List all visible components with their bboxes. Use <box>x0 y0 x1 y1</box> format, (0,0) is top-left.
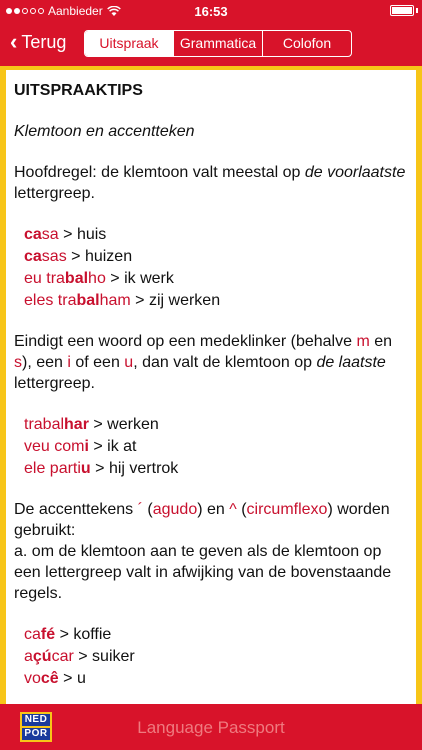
bottom-bar: NED POR Language Passport <box>0 704 422 750</box>
rule-main-text: Hoofdregel: de klemtoon valt meestal op <box>14 164 305 181</box>
content-scroll[interactable]: UITSPRAAKTIPS Klemtoon en accentteken Ho… <box>6 70 416 689</box>
example-row: açúcar > suiker <box>24 648 135 665</box>
chevron-left-icon: ‹ <box>10 29 18 54</box>
tab-colofon[interactable]: Colofon <box>262 31 351 56</box>
rule-main: Hoofdregel: de klemtoon valt meestal op … <box>14 162 408 204</box>
example-row: você > u <box>24 670 86 687</box>
examples-group-1: casa > huis casas > huizen eu trabalho >… <box>14 224 408 311</box>
back-button[interactable]: ‹ Terug <box>10 31 66 53</box>
example-row: trabalhar > werken <box>24 416 159 433</box>
examples-group-2: trabalhar > werken veu comi > ik at ele … <box>14 414 408 479</box>
battery-tip <box>416 8 418 13</box>
footer-title: Language Passport <box>137 718 285 737</box>
rule-main-suffix: lettergreep. <box>14 185 95 202</box>
rule-accents: De accenttekens ´ (agudo) en ^ (circumfl… <box>14 501 392 602</box>
examples-group-3: café > koffie açúcar > suiker você > u <box>14 624 408 689</box>
example-row: casa > huis <box>24 226 107 243</box>
example-row: café > koffie <box>24 626 112 643</box>
status-bar: Aanbieder 16:53 <box>0 0 422 22</box>
back-label: Terug <box>21 31 67 52</box>
nav-bar: ‹ Terug Uitspraak Grammatica Colofon <box>0 22 422 66</box>
segmented-control: Uitspraak Grammatica Colofon <box>84 30 352 57</box>
rule-final-stress: Eindigt een woord op een medeklinker (be… <box>14 333 393 392</box>
example-row: eu trabalho > ik werk <box>24 270 174 287</box>
content-frame: UITSPRAAKTIPS Klemtoon en accentteken Ho… <box>0 66 422 704</box>
rule-main-emph: de voorlaatste <box>304 164 406 181</box>
status-time: 16:53 <box>194 4 228 19</box>
tab-grammatica[interactable]: Grammatica <box>173 31 262 56</box>
example-row: casas > huizen <box>24 248 133 265</box>
example-row: ele partiu > hij vertrok <box>24 460 179 477</box>
battery-icon <box>390 5 414 16</box>
page-title: UITSPRAAKTIPS <box>14 82 143 99</box>
section-subtitle: Klemtoon en accentteken <box>14 123 195 140</box>
example-row: eles trabalham > zij werken <box>24 292 221 309</box>
example-row: veu comi > ik at <box>24 438 137 455</box>
tab-uitspraak[interactable]: Uitspraak <box>85 31 173 56</box>
